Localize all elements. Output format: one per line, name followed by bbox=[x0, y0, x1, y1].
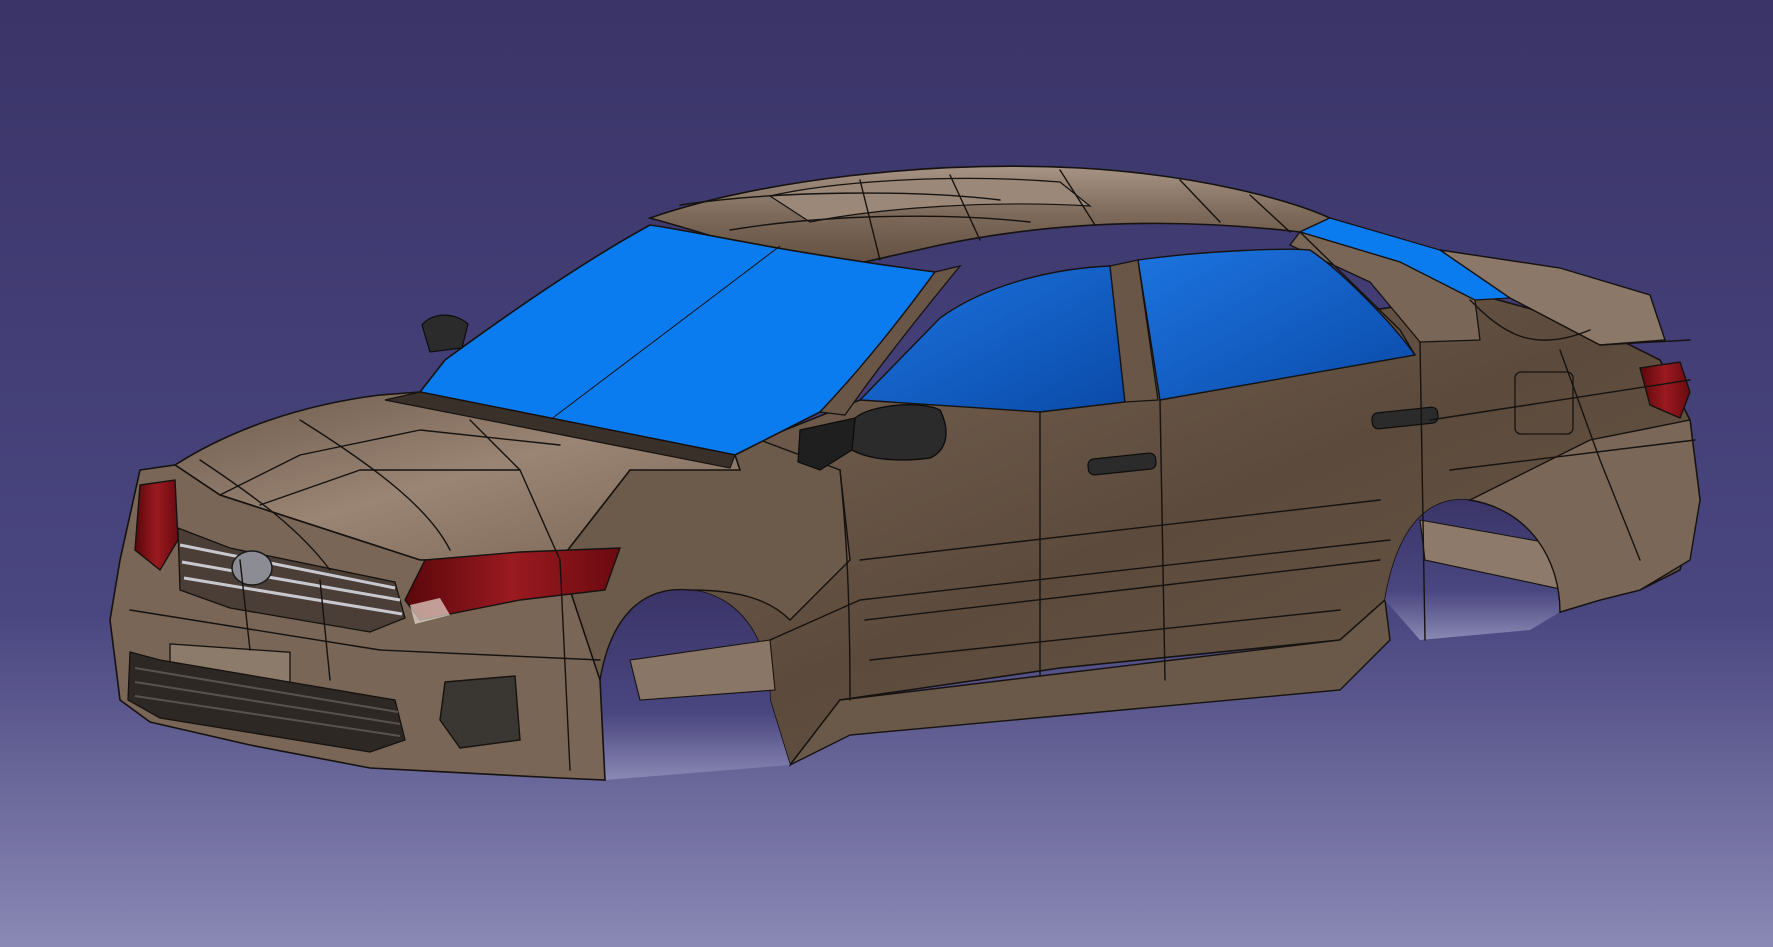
cad-3d-viewport[interactable] bbox=[0, 0, 1773, 947]
roof-antenna bbox=[421, 314, 469, 353]
side-mirror bbox=[851, 404, 947, 461]
fog-lamp-housing bbox=[439, 675, 521, 749]
brand-emblem bbox=[231, 550, 273, 586]
